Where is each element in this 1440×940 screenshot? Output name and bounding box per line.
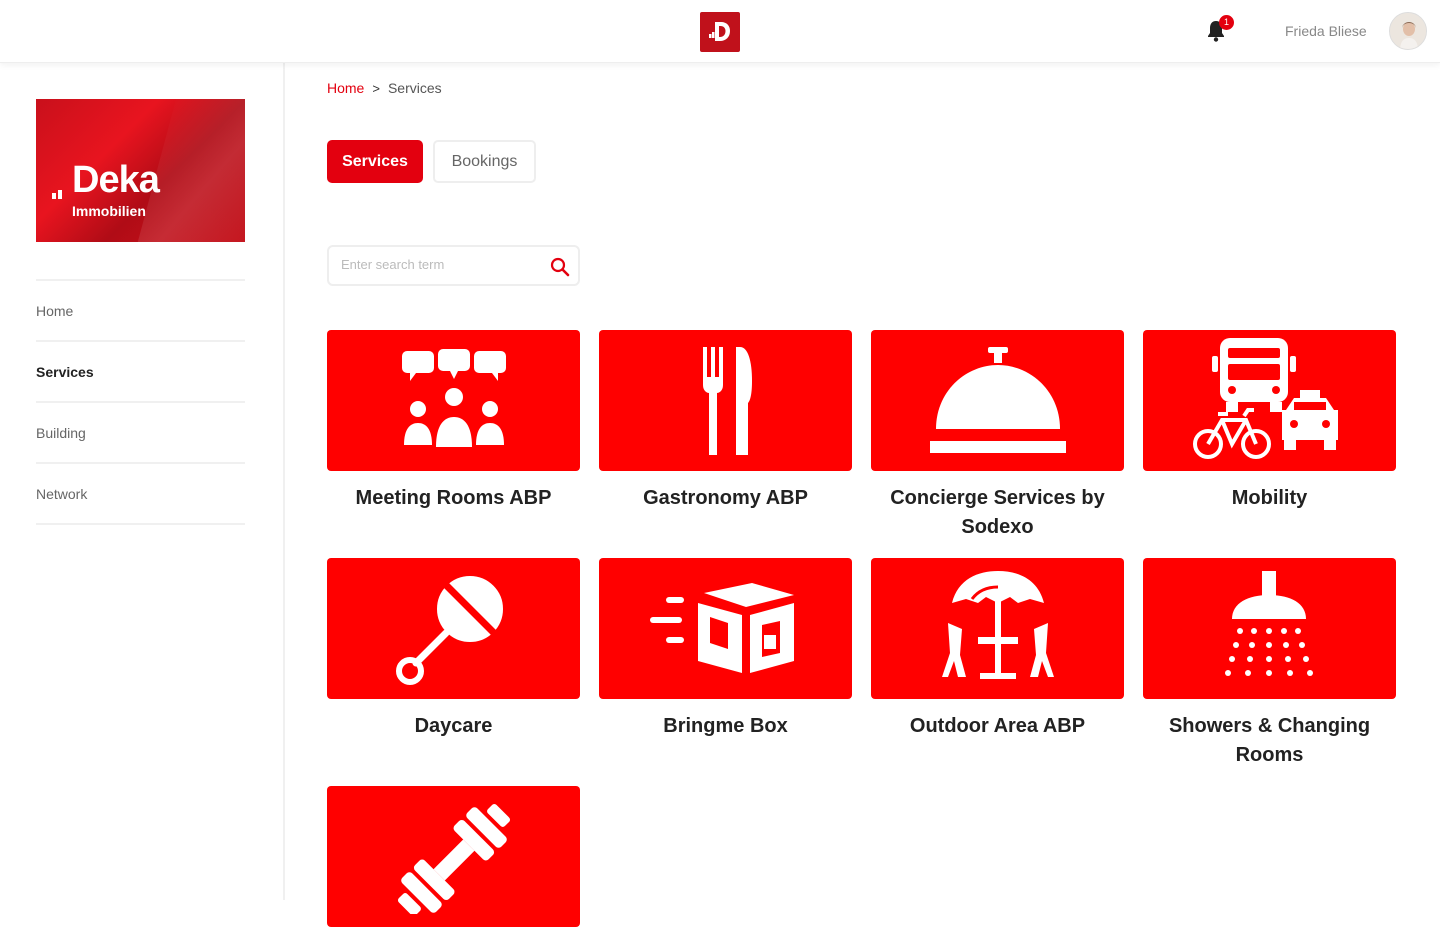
service-label: Gastronomy ABP bbox=[643, 487, 808, 509]
rattle-icon bbox=[395, 575, 503, 685]
sidebar-item-label: Services bbox=[36, 363, 94, 380]
sidebar-item-services[interactable]: Services bbox=[36, 342, 245, 403]
breadcrumb-separator-icon: > bbox=[372, 80, 380, 96]
sidebar-nav: Home Services Building Network bbox=[36, 279, 245, 525]
service-card[interactable] bbox=[327, 786, 580, 940]
app-logo[interactable] bbox=[700, 12, 740, 52]
service-card[interactable]: Bringme Box bbox=[599, 558, 852, 741]
brand-logo[interactable]: Deka Immobilien bbox=[36, 99, 245, 242]
service-tile bbox=[327, 558, 580, 699]
top-bar: 1 Frieda Bliese bbox=[0, 0, 1440, 63]
patio-umbrella-icon bbox=[941, 570, 1054, 679]
brand-bars-icon bbox=[52, 190, 62, 199]
sidebar-item-building[interactable]: Building bbox=[36, 403, 245, 464]
user-avatar-icon bbox=[1390, 13, 1426, 49]
deka-app-logo-icon bbox=[709, 22, 730, 41]
service-label: Showers & Changing Rooms bbox=[1168, 715, 1371, 766]
service-tile bbox=[871, 330, 1124, 471]
service-card[interactable]: Showers & Changing Rooms bbox=[1143, 558, 1396, 770]
service-card[interactable]: Meeting Rooms ABP bbox=[327, 330, 580, 513]
user-name[interactable]: Frieda Bliese bbox=[1285, 23, 1367, 39]
bus-bike-taxi-icon bbox=[1192, 337, 1338, 459]
meeting-group-icon bbox=[401, 348, 506, 447]
breadcrumb-current: Services bbox=[387, 80, 442, 96]
sidebar-item-label: Building bbox=[36, 424, 86, 441]
service-label: Meeting Rooms ABP bbox=[355, 487, 552, 509]
delivery-box-icon bbox=[649, 582, 794, 673]
sidebar-item-label: Home bbox=[36, 302, 74, 319]
sidebar-item-home[interactable]: Home bbox=[36, 281, 245, 342]
tab-services[interactable]: Services bbox=[327, 140, 423, 183]
service-card[interactable]: Outdoor Area ABP bbox=[871, 558, 1124, 741]
service-label: Bringme Box bbox=[663, 715, 788, 737]
service-label: Concierge Services by Sodexo bbox=[890, 487, 1105, 538]
service-label: Daycare bbox=[414, 715, 493, 737]
dumbbell-icon bbox=[397, 803, 510, 914]
service-card[interactable]: Daycare bbox=[327, 558, 580, 741]
avatar[interactable] bbox=[1389, 12, 1427, 50]
breadcrumb-home-link[interactable]: Home bbox=[327, 80, 364, 96]
service-card[interactable]: Mobility bbox=[1143, 330, 1396, 513]
sidebar: Deka Immobilien Home Services Building N… bbox=[0, 63, 285, 900]
service-card[interactable]: Concierge Services by Sodexo bbox=[871, 330, 1124, 542]
search-input[interactable] bbox=[341, 257, 541, 272]
service-card[interactable]: Gastronomy ABP bbox=[599, 330, 852, 513]
service-tile bbox=[1143, 558, 1396, 699]
shower-icon bbox=[1224, 570, 1313, 676]
sidebar-item-label: Network bbox=[36, 485, 88, 502]
breadcrumb: Home > Services bbox=[327, 80, 442, 96]
service-tile bbox=[599, 558, 852, 699]
search-box bbox=[327, 245, 580, 286]
service-bell-icon bbox=[929, 346, 1066, 453]
brand-name: Deka bbox=[72, 159, 160, 201]
service-tile bbox=[327, 786, 580, 927]
search-icon[interactable] bbox=[548, 255, 572, 279]
tab-bookings[interactable]: Bookings bbox=[433, 140, 536, 183]
service-label: Mobility bbox=[1231, 487, 1308, 509]
service-tile bbox=[599, 330, 852, 471]
service-label: Outdoor Area ABP bbox=[909, 715, 1086, 737]
sidebar-item-network[interactable]: Network bbox=[36, 464, 245, 525]
fork-knife-icon bbox=[702, 346, 752, 455]
brand-subtitle: Immobilien bbox=[72, 203, 146, 219]
service-tile bbox=[1143, 330, 1396, 471]
service-tile bbox=[871, 558, 1124, 699]
notification-count-badge: 1 bbox=[1219, 15, 1234, 30]
service-tile bbox=[327, 330, 580, 471]
